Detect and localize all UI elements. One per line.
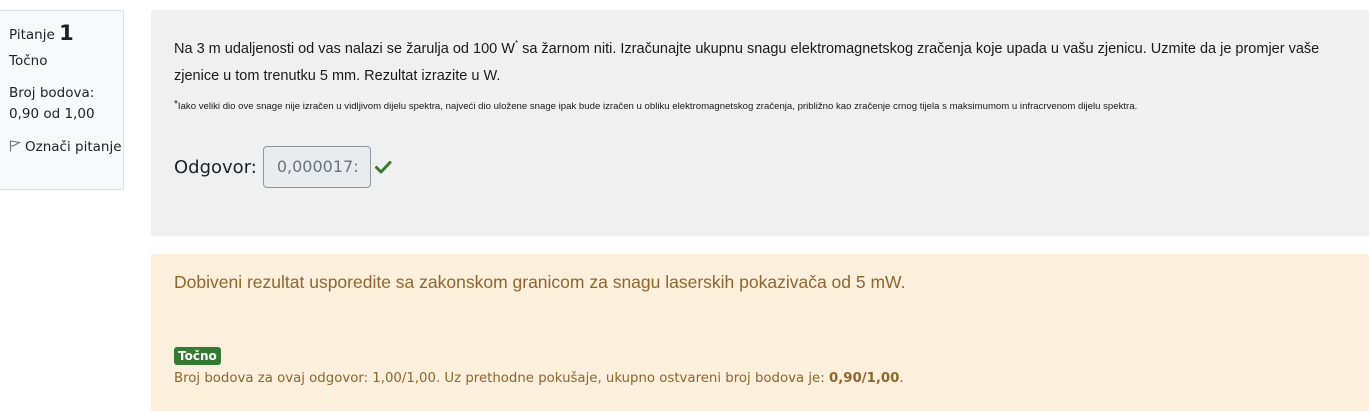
grade-summary-end: . (899, 371, 904, 386)
question-state: Točno (9, 53, 48, 69)
correct-check-icon (374, 161, 392, 174)
question-footnote: *Iako veliki dio ove snage nije izračen … (174, 98, 1346, 114)
question-info-panel: Pitanje 1 Točno Broj bodova: 0,90 od 1,0… (0, 10, 124, 190)
flag-question-link[interactable]: Označi pitanje (9, 137, 123, 158)
question-number: 1 (59, 21, 74, 45)
flag-label: Označi pitanje (25, 139, 122, 155)
grade-label: Broj bodova: (9, 85, 95, 101)
answer-row: Odgovor: 0,000017: (174, 146, 392, 188)
question-text: Na 3 m udaljenosti od vas nalazi se žaru… (174, 30, 1346, 90)
grade-summary-total: 0,90/1,00 (828, 371, 900, 386)
question-grade: Broj bodova: 0,90 od 1,00 (9, 83, 123, 125)
general-feedback: Dobiveni rezultat usporedite sa zakonsko… (174, 272, 906, 292)
footnote-text: Iako veliki dio ove snage nije izračen u… (177, 101, 1138, 112)
question-number-line: Pitanje 1 (9, 21, 123, 47)
grade-summary: Broj bodova za ovaj odgovor: 1,00/1,00. … (174, 369, 904, 389)
question-outcome: Dobiveni rezultat usporedite sa zakonsko… (151, 254, 1369, 411)
question-text-part1: Na 3 m udaljenosti od vas nalazi se žaru… (174, 41, 515, 57)
flag-icon (9, 140, 21, 152)
question-formulation: Na 3 m udaljenosti od vas nalazi se žaru… (151, 10, 1369, 236)
grade-summary-text: Broj bodova za ovaj odgovor: 1,00/1,00. … (174, 371, 829, 386)
grade-value: 0,90 od 1,00 (9, 106, 95, 122)
question-label: Pitanje (9, 27, 55, 43)
answer-label: Odgovor: (174, 156, 257, 178)
answer-input[interactable]: 0,000017: (262, 146, 371, 188)
correct-badge: Točno (174, 347, 221, 365)
